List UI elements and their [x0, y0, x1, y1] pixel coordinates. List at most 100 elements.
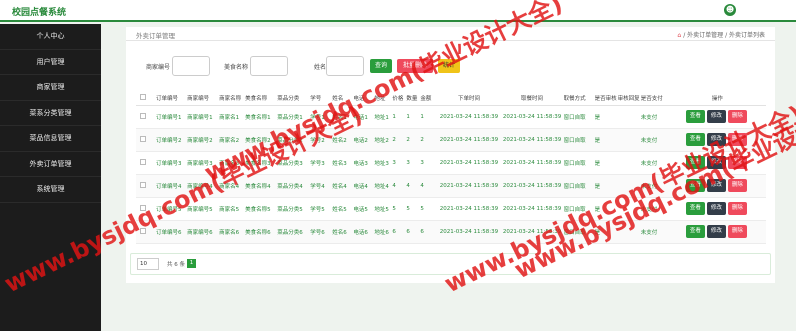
cell-merchant-no: 商家编号1	[187, 105, 220, 129]
sidebar-item-orders[interactable]: 外卖订单管理	[0, 152, 101, 177]
cell-order-time: 2021-03-24 11:58:39	[437, 220, 501, 244]
cell-merchant-no: 商家编号6	[187, 220, 220, 244]
row-checkbox[interactable]	[140, 158, 146, 165]
view-button[interactable]: 查看	[685, 110, 705, 123]
col-header[interactable]: 下单时间	[437, 92, 501, 106]
cell-student-no: 学号6	[310, 220, 333, 244]
cell-qty: 4	[406, 174, 421, 198]
cell-amount: 4	[420, 174, 438, 198]
page-button-current[interactable]: 1	[187, 259, 196, 268]
view-button[interactable]: 查看	[685, 225, 705, 238]
cell-merchant-name: 商家名1	[219, 105, 246, 129]
cell-phone: 电话4	[353, 174, 375, 198]
sidebar-item-profile[interactable]: 个人中心	[0, 24, 101, 50]
name-input[interactable]	[326, 56, 364, 76]
sidebar-item-system[interactable]: 系统管理	[0, 177, 101, 203]
cell-pickup-time: 2021-03-24 11:58:39	[500, 105, 564, 129]
cell-student-no: 学号4	[310, 174, 333, 198]
table-row[interactable]: 订单编号1 商家编号1 商家名1 美食名称1 菜品分类1 学号1 姓名1 电话1 地址1 1 1 1 2…	[136, 105, 766, 129]
cell-student-no: 学号3	[310, 151, 333, 175]
edit-button[interactable]: 修改	[706, 110, 726, 123]
delete-button[interactable]: 删除	[727, 225, 747, 238]
cell-student-no: 学号5	[310, 197, 333, 221]
cell-address: 地址5	[374, 197, 393, 221]
cell-amount: 5	[420, 197, 438, 221]
cell-merchant-name: 商家名5	[219, 197, 246, 221]
row-actions: 查看 修改 删除	[668, 220, 766, 244]
cell-order-no: 订单编号1	[156, 105, 188, 129]
sidebar-item-cuisine-categories[interactable]: 菜系分类管理	[0, 101, 101, 126]
cell-audited: 是	[594, 151, 618, 175]
edit-button[interactable]: 修改	[706, 202, 726, 215]
breadcrumb: ⌂ / 外卖订单管理 / 外卖订单列表	[677, 30, 765, 39]
cell-order-time: 2021-03-24 11:58:39	[437, 128, 501, 152]
cell-category: 菜品分类4	[277, 174, 311, 198]
cell-qty: 2	[406, 128, 421, 152]
cell-qty: 3	[406, 151, 421, 175]
cell-pickup-method: 窗口自取	[563, 128, 595, 152]
select-all-checkbox[interactable]	[140, 94, 146, 101]
cell-paid: 未支付	[640, 105, 669, 129]
cell-food-name: 美食名称5	[245, 197, 278, 221]
cell-pickup-time: 2021-03-24 11:58:39	[500, 151, 564, 175]
cell-paid: 未支付	[640, 128, 669, 152]
col-header[interactable]: 是否支付	[640, 92, 669, 106]
page-title: 外卖订单管理	[136, 32, 175, 40]
cell-name: 姓名6	[332, 220, 354, 244]
cell-name: 姓名3	[332, 151, 354, 175]
col-header[interactable]: 订单编号	[156, 92, 188, 106]
cell-amount: 1	[420, 105, 438, 129]
cell-merchant-name: 商家名6	[219, 220, 246, 244]
cell-phone: 电话5	[353, 197, 375, 221]
cell-price: 4	[392, 174, 407, 198]
cell-audited: 是	[594, 105, 618, 129]
merchant-no-input[interactable]	[172, 56, 210, 76]
sidebar-item-users[interactable]: 用户管理	[0, 50, 101, 75]
col-header[interactable]: 金额	[420, 92, 438, 106]
cell-category: 菜品分类6	[277, 220, 311, 244]
cell-order-time: 2021-03-24 11:58:39	[437, 151, 501, 175]
row-checkbox[interactable]	[140, 181, 146, 188]
col-header[interactable]: 是否审核	[594, 92, 618, 106]
col-header[interactable]: 取餐方式	[563, 92, 595, 106]
cell-price: 6	[392, 220, 407, 244]
delete-button[interactable]: 删除	[727, 202, 747, 215]
cell-amount: 6	[420, 220, 438, 244]
table-row[interactable]: 订单编号6 商家编号6 商家名6 美食名称6 菜品分类6 学号6 姓名6 电话6 地址6 6 6 6 2…	[136, 220, 766, 244]
app-title: 校园点餐系统	[12, 8, 67, 18]
cell-name: 姓名5	[332, 197, 354, 221]
row-checkbox[interactable]	[140, 135, 146, 142]
row-checkbox[interactable]	[140, 112, 146, 119]
cell-reply	[617, 128, 641, 152]
cell-address: 地址2	[374, 128, 393, 152]
cell-phone: 电话3	[353, 151, 375, 175]
col-header[interactable]: 商家编号	[187, 92, 220, 106]
cell-pickup-time: 2021-03-24 11:58:39	[500, 128, 564, 152]
cell-qty: 6	[406, 220, 421, 244]
user-icon[interactable]: ☻	[724, 4, 736, 16]
cell-phone: 电话6	[353, 220, 375, 244]
col-header[interactable]: 取餐时间	[500, 92, 564, 106]
cell-address: 地址3	[374, 151, 393, 175]
cell-pickup-time: 2021-03-24 11:58:39	[500, 174, 564, 198]
col-header[interactable]: 审核回复	[617, 92, 641, 106]
sidebar-item-merchants[interactable]: 商家管理	[0, 75, 101, 101]
col-header[interactable]: 美食名称	[245, 92, 278, 106]
cell-category: 菜品分类5	[277, 197, 311, 221]
home-icon[interactable]: ⌂	[677, 32, 681, 39]
cell-address: 地址6	[374, 220, 393, 244]
food-name-input[interactable]	[250, 56, 288, 76]
top-bar: 校园点餐系统 ☻	[0, 0, 796, 22]
cell-order-time: 2021-03-24 11:58:39	[437, 105, 501, 129]
sidebar-item-dishes[interactable]: 菜品信息管理	[0, 126, 101, 152]
cell-order-no: 订单编号3	[156, 151, 188, 175]
total-count: 共 6 条	[167, 262, 185, 268]
page-size-select[interactable]: 10	[137, 258, 159, 270]
col-header[interactable]: 数量	[406, 92, 421, 106]
table-header: 订单编号 商家编号 商家名称 美食名称 菜品分类 学号 姓名 电话 地址 价格 …	[136, 92, 766, 106]
edit-button[interactable]: 修改	[706, 225, 726, 238]
breadcrumb-text[interactable]: / 外卖订单管理 / 外卖订单列表	[683, 32, 765, 39]
col-header[interactable]: 商家名称	[219, 92, 246, 106]
cell-reply	[617, 105, 641, 129]
cell-address: 地址4	[374, 174, 393, 198]
